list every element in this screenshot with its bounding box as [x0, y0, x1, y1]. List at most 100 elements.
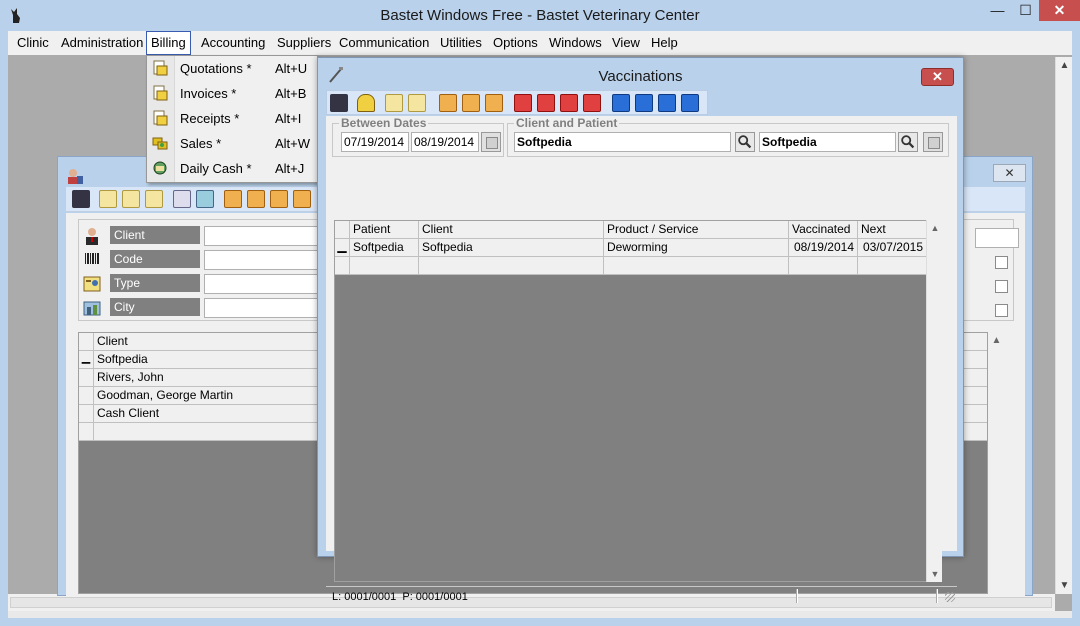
column-header-client[interactable]: Client: [97, 333, 128, 350]
new-doc-icon[interactable]: [99, 190, 117, 208]
filter-checkbox-3[interactable]: [995, 304, 1008, 317]
menu-options[interactable]: Options: [489, 31, 542, 55]
client-cell: [419, 257, 604, 274]
status-separator: [936, 589, 938, 603]
bell-icon[interactable]: [357, 94, 375, 112]
card-icon[interactable]: [439, 94, 457, 112]
arrow-down-icon[interactable]: [658, 94, 676, 112]
filter-label-client: Client: [110, 226, 200, 244]
menu-clinic[interactable]: Clinic: [13, 31, 53, 55]
settings-icon[interactable]: [462, 94, 480, 112]
vaccinations-body: Between Dates 07/19/2014 08/19/2014 Clie…: [326, 116, 957, 603]
copy-doc-icon[interactable]: [408, 94, 426, 112]
date-clear-button[interactable]: [481, 132, 501, 152]
menu-item-shortcut: Alt+W: [275, 136, 311, 151]
list-icon[interactable]: [485, 94, 503, 112]
vaccinated-cell: [789, 257, 858, 274]
menu-item-daily-cash[interactable]: Daily Cash * Alt+J: [147, 156, 317, 181]
record-icon[interactable]: [514, 94, 532, 112]
vaccinations-window: Vaccinations ✕ Between Dates 07/19/2014 …: [317, 57, 964, 603]
filter-icon[interactable]: [293, 190, 311, 208]
magnifier-icon: [901, 135, 915, 149]
filter-label-city: City: [110, 298, 200, 316]
menu-communication[interactable]: Communication: [335, 31, 433, 55]
vaccinations-close-button[interactable]: ✕: [921, 68, 954, 86]
vaccinations-grid-header: Patient Client Product / Service Vaccina…: [335, 221, 927, 239]
menu-view[interactable]: View: [608, 31, 644, 55]
add-icon[interactable]: [560, 94, 578, 112]
remove-icon[interactable]: [583, 94, 601, 112]
copy-doc-icon[interactable]: [145, 190, 163, 208]
client-filter-input[interactable]: [204, 226, 324, 246]
maximize-button[interactable]: ☐: [1012, 0, 1039, 21]
date-to-input[interactable]: 08/19/2014: [411, 132, 479, 152]
close-button[interactable]: ✕: [1039, 0, 1080, 21]
edit-doc-icon[interactable]: [122, 190, 140, 208]
column-header-client[interactable]: Client: [419, 221, 604, 238]
client-search-input[interactable]: Softpedia: [514, 132, 731, 152]
scroll-down-icon[interactable]: ▼: [1056, 577, 1073, 594]
patient-search-input[interactable]: Softpedia: [759, 132, 896, 152]
minimize-button[interactable]: —: [984, 0, 1011, 21]
client-clear-button[interactable]: [923, 132, 943, 152]
code-filter-input[interactable]: [204, 250, 324, 270]
client-search-button[interactable]: [735, 132, 755, 152]
column-header-product[interactable]: Product / Service: [604, 221, 789, 238]
city-filter-input[interactable]: [204, 298, 324, 318]
export-icon[interactable]: [173, 190, 191, 208]
scroll-down-icon[interactable]: ▼: [927, 566, 943, 582]
menu-accounting[interactable]: Accounting: [197, 31, 269, 55]
menu-item-quotations[interactable]: Quotations * Alt+U: [147, 56, 317, 81]
billing-dropdown: Quotations * Alt+U Invoices * Alt+B Rece…: [146, 55, 318, 183]
sales-icon: [152, 137, 168, 150]
column-header-vaccinated[interactable]: Vaccinated: [789, 221, 858, 238]
clients-grid-scrollbar[interactable]: ▲: [988, 332, 1005, 594]
arrow-left-icon[interactable]: [612, 94, 630, 112]
main-vertical-scrollbar[interactable]: ▲ ▼: [1055, 57, 1072, 594]
column-header-next[interactable]: Next: [858, 221, 927, 238]
card-icon[interactable]: [224, 190, 242, 208]
right-filter-input[interactable]: [975, 228, 1019, 248]
film-icon[interactable]: [330, 94, 348, 112]
row-selector: [79, 369, 94, 386]
new-doc-icon[interactable]: [385, 94, 403, 112]
menu-item-invoices[interactable]: Invoices * Alt+B: [147, 81, 317, 106]
menu-item-receipts[interactable]: Receipts * Alt+I: [147, 106, 317, 131]
menu-item-shortcut: Alt+B: [275, 86, 307, 101]
edit-icon[interactable]: [537, 94, 555, 112]
clients-close-button[interactable]: ✕: [993, 164, 1026, 182]
table-row[interactable]: ▁ Softpedia Softpedia Deworming 08/19/20…: [335, 239, 927, 257]
menu-suppliers[interactable]: Suppliers: [273, 31, 335, 55]
filter-checkbox-2[interactable]: [995, 280, 1008, 293]
receipt-icon: [153, 110, 168, 126]
menu-billing[interactable]: Billing: [146, 31, 191, 55]
phone-icon[interactable]: [196, 190, 214, 208]
table-row-empty[interactable]: [335, 257, 927, 275]
menu-help[interactable]: Help: [647, 31, 682, 55]
patient-search-button[interactable]: [898, 132, 918, 152]
product-cell: Deworming: [604, 239, 789, 256]
arrow-right-icon[interactable]: [635, 94, 653, 112]
client-patient-label: Client and Patient: [514, 116, 620, 130]
date-from-input[interactable]: 07/19/2014: [341, 132, 409, 152]
list-icon[interactable]: [270, 190, 288, 208]
filter-checkbox-1[interactable]: [995, 256, 1008, 269]
vaccinations-grid-scrollbar[interactable]: ▲ ▼: [926, 220, 942, 582]
resize-grip-icon[interactable]: [945, 592, 955, 602]
menu-administration[interactable]: Administration: [57, 31, 147, 55]
arrow-up-icon[interactable]: [681, 94, 699, 112]
page-counter: P: 0001/0001: [402, 591, 468, 603]
menu-item-sales[interactable]: Sales * Alt+W: [147, 131, 317, 156]
row-selector: [79, 423, 94, 440]
settings-icon[interactable]: [247, 190, 265, 208]
menu-windows[interactable]: Windows: [545, 31, 606, 55]
scroll-up-icon[interactable]: ▲: [1056, 57, 1073, 74]
row-selector: [335, 221, 350, 238]
main-title-bar: Bastet Windows Free - Bastet Veterinary …: [0, 0, 1080, 31]
scroll-up-icon[interactable]: ▲: [988, 332, 1005, 349]
scroll-up-icon[interactable]: ▲: [927, 220, 943, 236]
menu-utilities[interactable]: Utilities: [436, 31, 486, 55]
type-filter-input[interactable]: [204, 274, 324, 294]
client-cell: Cash Client: [97, 406, 160, 420]
column-header-patient[interactable]: Patient: [350, 221, 419, 238]
